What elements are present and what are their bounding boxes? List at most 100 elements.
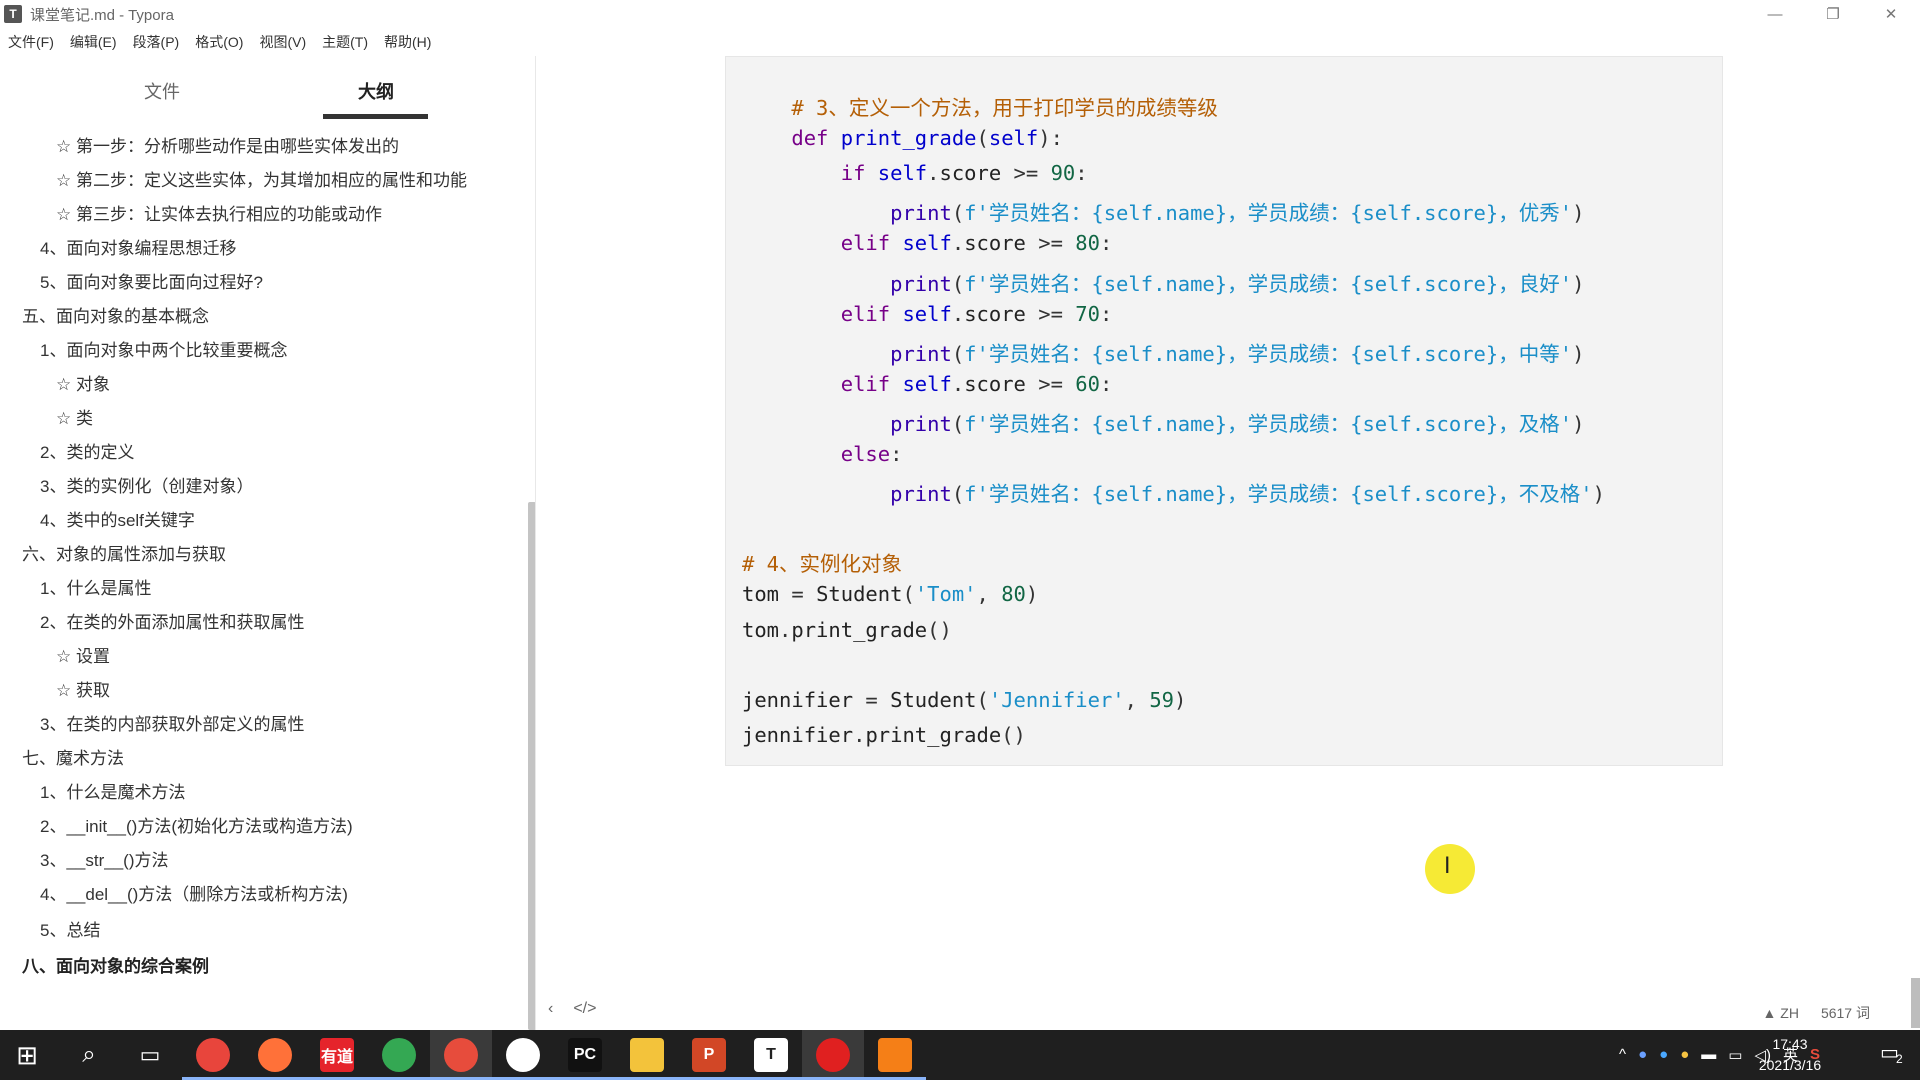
outline-item[interactable]: 3、__str__()方法 <box>40 846 168 871</box>
title-bar: T 课堂笔记.md - Typora — ❐ ✕ <box>0 0 1920 28</box>
menu-format[interactable]: 格式(O) <box>195 32 243 52</box>
sidebar-scrollbar[interactable] <box>528 502 535 1030</box>
menu-edit[interactable]: 编辑(E) <box>70 32 117 52</box>
outline-item[interactable]: 1、什么是魔术方法 <box>40 778 185 803</box>
outline-item[interactable]: 3、类的实例化（创建对象） <box>40 472 253 497</box>
menu-paragraph[interactable]: 段落(P) <box>133 32 180 52</box>
editor-area[interactable]: # 3、定义一个方法，用于打印学员的成绩等级 def print_grade(s… <box>537 56 1920 1030</box>
spellcheck-lang[interactable]: ▲ ZH <box>1763 1005 1799 1021</box>
word-count[interactable]: 5617 词 <box>1821 1003 1870 1023</box>
tab-files[interactable]: 文件 <box>144 78 180 104</box>
code-line[interactable]: print(f'学员姓名：{self.name}，学员成绩：{self.scor… <box>742 196 1584 226</box>
outline-item[interactable]: 七、魔术方法 <box>22 744 124 769</box>
status-bar-left: ‹ </> <box>548 1000 596 1018</box>
photos-taskbar-icon[interactable] <box>382 1038 416 1072</box>
notification-count: 2 <box>1896 1052 1903 1066</box>
outline-item[interactable]: ☆ 设置 <box>56 642 110 667</box>
code-line[interactable]: elif self.score >= 60: <box>742 372 1113 396</box>
menu-file[interactable]: 文件(F) <box>8 32 54 52</box>
editor-scrollbar[interactable] <box>1911 978 1920 1028</box>
explorer-taskbar-icon[interactable] <box>630 1038 664 1072</box>
outline-item[interactable]: 八、面向对象的综合案例 <box>22 952 209 977</box>
status-bar-right: ▲ ZH 5617 词 <box>1763 1003 1870 1023</box>
outline-item[interactable]: 4、面向对象编程思想迁移 <box>40 234 236 259</box>
code-line[interactable]: if self.score >= 90: <box>742 161 1088 185</box>
code-line[interactable]: print(f'学员姓名：{self.name}，学员成绩：{self.scor… <box>742 477 1605 507</box>
outline-item[interactable]: ☆ 获取 <box>56 676 110 701</box>
text-cursor-icon: I <box>1444 854 1451 879</box>
clock-taskbar-icon[interactable] <box>506 1038 540 1072</box>
menu-help[interactable]: 帮助(H) <box>384 32 431 52</box>
outline-item[interactable]: ☆ 类 <box>56 404 93 429</box>
powerpoint-taskbar-icon[interactable]: P <box>692 1038 726 1072</box>
code-line[interactable]: # 3、定义一个方法，用于打印学员的成绩等级 <box>742 91 1218 121</box>
windows-start-icon[interactable]: ⊞ <box>10 1038 44 1072</box>
recorder-taskbar-icon[interactable] <box>444 1038 478 1072</box>
restore-button[interactable]: ❐ <box>1804 0 1862 28</box>
outline-item[interactable]: 5、总结 <box>40 916 100 941</box>
sidebar-tabs: 文件 大纲 <box>0 56 535 120</box>
clock-date: 2021/3/16 <box>1758 1057 1822 1073</box>
close-button[interactable]: ✕ <box>1862 0 1920 28</box>
code-line[interactable]: # 4、实例化对象 <box>742 547 902 577</box>
outline-item[interactable]: ☆ 对象 <box>56 370 110 395</box>
menu-bar: 文件(F) 编辑(E) 段落(P) 格式(O) 视图(V) 主题(T) 帮助(H… <box>0 30 447 54</box>
tray-chevron-icon[interactable]: ^ <box>1619 1046 1626 1063</box>
chrome-taskbar-icon[interactable] <box>196 1038 230 1072</box>
code-line[interactable]: tom.print_grade() <box>742 618 952 642</box>
tray-app-icon[interactable]: ● <box>1638 1046 1647 1063</box>
taskbar-clock[interactable]: 17:43 2021/3/16 <box>1740 1034 1840 1076</box>
active-tab-indicator <box>323 114 428 119</box>
minimize-button[interactable]: — <box>1746 0 1804 28</box>
code-line[interactable]: print(f'学员姓名：{self.name}，学员成绩：{self.scor… <box>742 407 1584 437</box>
code-line[interactable]: elif self.score >= 70: <box>742 302 1113 326</box>
firefox-taskbar-icon[interactable] <box>258 1038 292 1072</box>
window-title: 课堂笔记.md - Typora <box>30 6 174 24</box>
pycharm-taskbar-icon[interactable]: PC <box>568 1038 602 1072</box>
outline-item[interactable]: 1、面向对象中两个比较重要概念 <box>40 336 287 361</box>
tray-cloud-icon[interactable]: ● <box>1680 1046 1689 1063</box>
record-taskbar-icon[interactable] <box>816 1038 850 1072</box>
outline-item[interactable]: 2、类的定义 <box>40 438 134 463</box>
menu-theme[interactable]: 主题(T) <box>322 32 368 52</box>
outline-item[interactable]: 5、面向对象要比面向过程好? <box>40 268 263 293</box>
outline-item[interactable]: ☆ 第一步：分析哪些动作是由哪些实体发出的 <box>56 132 399 157</box>
outline-item[interactable]: 4、__del__()方法（删除方法或析构方法) <box>40 880 348 905</box>
code-line[interactable]: jennifier.print_grade() <box>742 723 1026 747</box>
typora-taskbar-icon[interactable]: T <box>754 1038 788 1072</box>
code-line[interactable]: else: <box>742 442 903 466</box>
task-view-icon[interactable]: ▭ <box>133 1038 167 1072</box>
outline-item[interactable]: 六、对象的属性添加与获取 <box>22 540 226 565</box>
sidebar: 文件 大纲 ☆ 第一步：分析哪些动作是由哪些实体发出的 ☆ 第二步：定义这些实体，… <box>0 56 536 1030</box>
sublime-taskbar-icon[interactable] <box>878 1038 912 1072</box>
code-line[interactable]: jennifier = Student('Jennifier', 59) <box>742 688 1186 712</box>
notification-center-icon[interactable]: ▭ 2 <box>1880 1040 1910 1070</box>
code-block[interactable]: # 3、定义一个方法，用于打印学员的成绩等级 def print_grade(s… <box>725 56 1723 766</box>
toggle-sidebar-icon[interactable]: ‹ <box>548 1000 553 1018</box>
outline-item[interactable]: 4、类中的self关键字 <box>40 506 195 531</box>
code-line[interactable]: print(f'学员姓名：{self.name}，学员成绩：{self.scor… <box>742 267 1584 297</box>
clock-time: 17:43 <box>1772 1036 1808 1052</box>
outline-item[interactable]: 2、在类的外面添加属性和获取属性 <box>40 608 304 633</box>
windows-taskbar: ⊞ ⌕ ▭ 有道 PC P T ^ ● ● ● ▬ ▭ ◁) 英 S 17:43 20… <box>0 1030 1920 1080</box>
outline-item[interactable]: ☆ 第二步：定义这些实体，为其增加相应的属性和功能 <box>56 166 467 191</box>
tray-app-icon[interactable]: ● <box>1659 1046 1668 1063</box>
warning-icon: ▲ <box>1762 1005 1781 1021</box>
search-icon[interactable]: ⌕ <box>72 1038 106 1072</box>
youdao-taskbar-icon[interactable]: 有道 <box>320 1038 354 1072</box>
window-controls: — ❐ ✕ <box>1746 0 1920 28</box>
source-code-mode-icon[interactable]: </> <box>573 1000 596 1018</box>
typora-app-icon: T <box>4 5 22 23</box>
battery-icon[interactable]: ▬ <box>1701 1046 1716 1063</box>
outline-item[interactable]: 1、什么是属性 <box>40 574 151 599</box>
tab-outline[interactable]: 大纲 <box>358 78 394 104</box>
code-line[interactable]: tom = Student('Tom', 80) <box>742 582 1038 606</box>
outline-item[interactable]: ☆ 第三步：让实体去执行相应的功能或动作 <box>56 200 382 225</box>
code-line[interactable]: def print_grade(self): <box>742 126 1063 150</box>
outline-item[interactable]: 五、面向对象的基本概念 <box>22 302 209 327</box>
outline-item[interactable]: 3、在类的内部获取外部定义的属性 <box>40 710 304 735</box>
outline-item[interactable]: 2、__init__()方法(初始化方法或构造方法) <box>40 812 353 837</box>
menu-view[interactable]: 视图(V) <box>259 32 306 52</box>
code-line[interactable]: elif self.score >= 80: <box>742 231 1113 255</box>
code-line[interactable]: print(f'学员姓名：{self.name}，学员成绩：{self.scor… <box>742 337 1584 367</box>
